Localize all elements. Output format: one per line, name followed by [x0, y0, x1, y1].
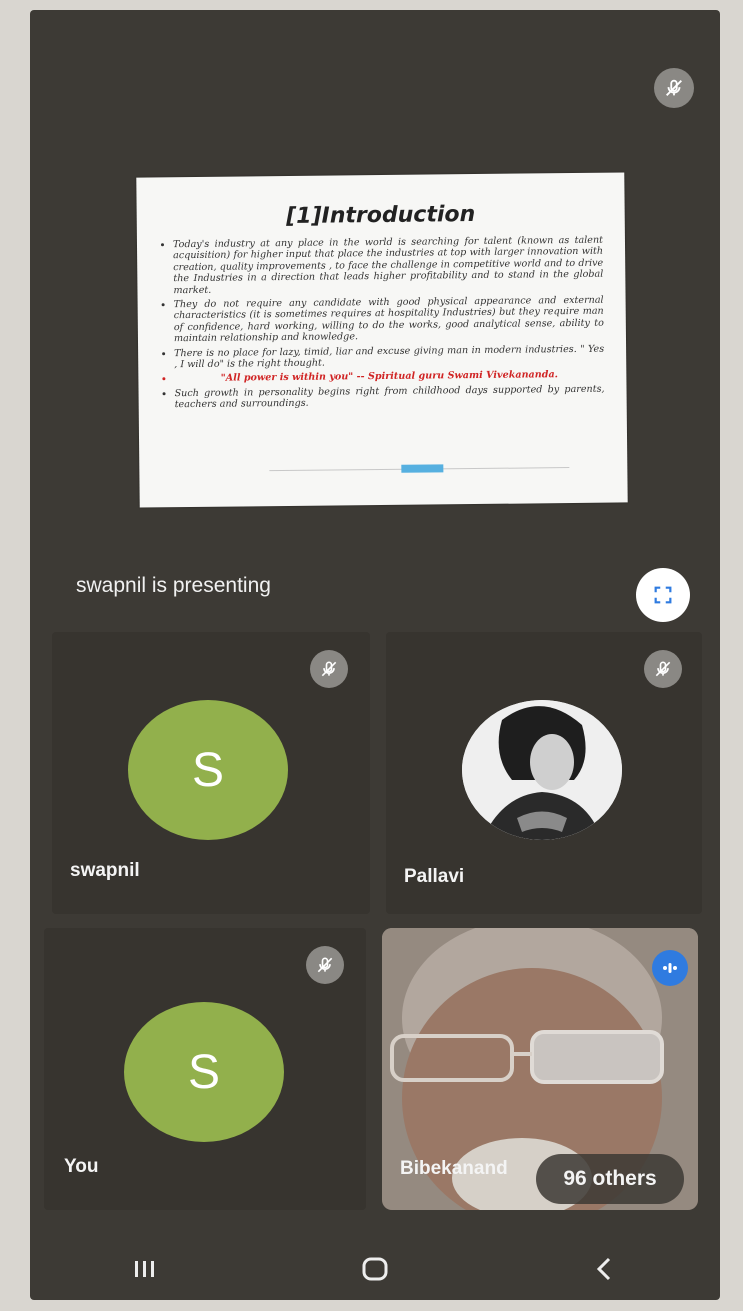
participant-tile-swapnil[interactable]: S swapnil [52, 632, 370, 914]
mic-off-icon [644, 650, 682, 688]
back-button[interactable] [575, 1244, 635, 1294]
slide-bullet-quote: "All power is within you" -- Spiritual g… [174, 369, 604, 385]
meeting-screen: [1]Introduction Today's industry at any … [30, 10, 720, 1300]
slide-bullet: Today's industry at any place in the wor… [173, 235, 604, 297]
android-nav-bar [30, 1238, 720, 1300]
fullscreen-icon [654, 586, 672, 604]
shared-slide: [1]Introduction Today's industry at any … [136, 172, 628, 508]
mic-off-icon [306, 946, 344, 984]
recent-apps-button[interactable] [115, 1244, 175, 1294]
slide-bullets: Today's industry at any place in the wor… [159, 235, 605, 414]
participant-tile-self[interactable]: S You [44, 928, 366, 1210]
others-button[interactable]: 96 others [536, 1154, 684, 1204]
mic-off-icon [654, 68, 694, 108]
back-icon [596, 1257, 611, 1281]
avatar: S [128, 700, 288, 840]
participant-name: Bibekanand [400, 1158, 508, 1179]
slide-bullet: Such growth in personality begins right … [174, 384, 604, 411]
slide-title: [1]Introduction [286, 202, 476, 229]
home-icon [362, 1257, 388, 1281]
participant-name: You [64, 1156, 99, 1177]
home-button[interactable] [345, 1244, 405, 1294]
participant-tile-pallavi[interactable]: Pallavi [386, 632, 702, 914]
audio-level-icon [652, 950, 688, 986]
recent-apps-icon [135, 1261, 154, 1277]
slide-bullet: There is no place for lazy, timid, liar … [174, 343, 604, 370]
slide-bullet: They do not require any candidate with g… [174, 295, 604, 345]
mic-off-icon [310, 650, 348, 688]
avatar: S [124, 1002, 284, 1142]
participant-name: swapnil [70, 860, 140, 881]
slide-footer-tag [401, 464, 444, 473]
presenting-label: swapnil is presenting [76, 574, 271, 597]
profile-photo [462, 700, 622, 840]
fullscreen-button[interactable] [636, 568, 690, 622]
participant-name: Pallavi [404, 866, 465, 887]
